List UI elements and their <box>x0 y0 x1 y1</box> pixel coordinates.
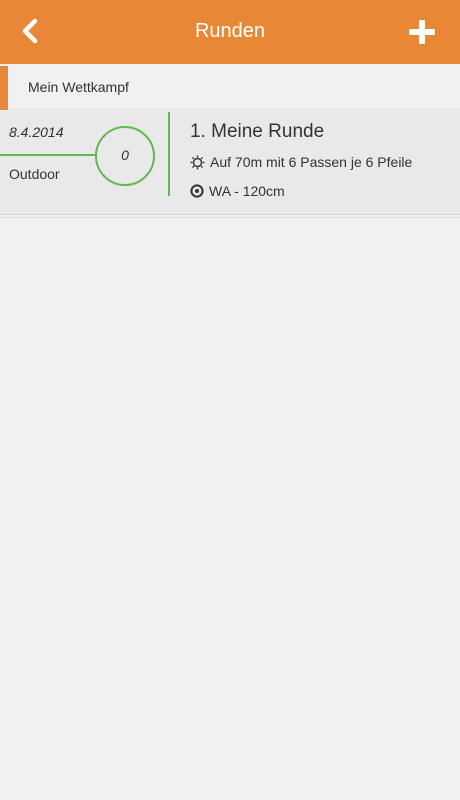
add-round-button[interactable] <box>400 12 444 52</box>
navigation-bar: Runden <box>0 0 460 64</box>
round-target-text: WA - 120cm <box>209 183 285 199</box>
target-icon <box>190 184 204 198</box>
vertical-divider <box>168 112 170 196</box>
round-list-item[interactable]: 8.4.2014 Outdoor 0 1. Meine Runde Auf 70… <box>0 111 460 215</box>
timeline-line <box>0 154 97 156</box>
list-divider <box>0 217 460 218</box>
round-distance-text: Auf 70m mit 6 Passen je 6 Pfeile <box>210 154 413 170</box>
section-accent-bar <box>0 66 8 110</box>
page-title: Runden <box>194 20 266 42</box>
round-title: 1. Meine Runde <box>190 121 325 142</box>
round-date: 8.4.2014 <box>9 124 64 140</box>
round-distance-detail: Auf 70m mit 6 Passen je 6 Pfeile <box>190 154 412 170</box>
score-circle: 0 <box>95 126 155 186</box>
competition-section-header: Mein Wettkampf <box>0 66 460 110</box>
sun-icon <box>190 155 205 169</box>
round-location: Outdoor <box>9 166 60 182</box>
plus-icon <box>409 20 435 44</box>
round-score: 0 <box>121 147 129 163</box>
round-target-detail: WA - 120cm <box>190 183 285 199</box>
competition-name: Mein Wettkampf <box>28 79 129 95</box>
